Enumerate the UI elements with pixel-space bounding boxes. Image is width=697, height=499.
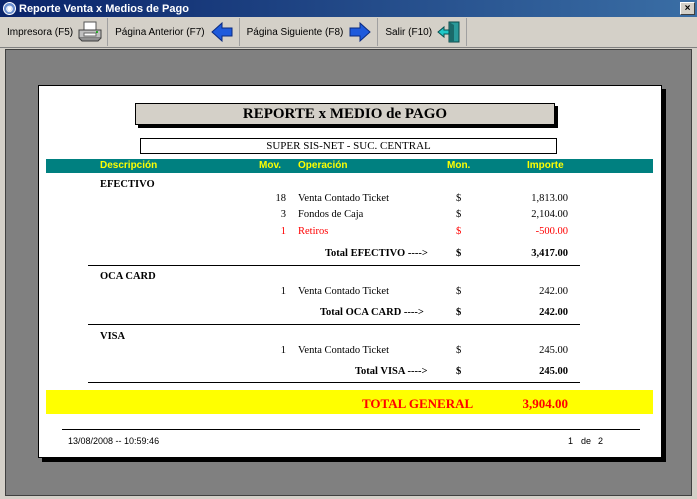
row-operacion: Venta Contado Ticket: [298, 345, 389, 356]
close-button[interactable]: ×: [680, 2, 695, 15]
company-name: SUPER SIS-NET - SUC. CENTRAL: [140, 138, 557, 154]
row-mov: 18: [275, 193, 287, 204]
group-total-value: 3,417.00: [531, 248, 568, 259]
footer-page-number: 1: [568, 436, 574, 446]
row-importe: 242.00: [539, 286, 568, 297]
previous-page-label: Página Anterior (F7): [115, 26, 205, 38]
group-name: VISA: [100, 331, 126, 342]
group-total-label: Total VISA ---->: [355, 366, 428, 377]
group-divider: [88, 324, 580, 325]
group-total-currency: $: [456, 307, 462, 318]
row-importe: 2,104.00: [531, 209, 568, 220]
printer-icon: [77, 20, 103, 44]
footer-datetime: 13/08/2008 -- 10:59:46: [68, 436, 160, 446]
footer-divider: [62, 429, 640, 430]
footer-page-count: 2: [598, 436, 604, 446]
window-title: Reporte Venta x Medios de Pago: [19, 2, 189, 15]
group-total-currency: $: [456, 366, 462, 377]
row-currency: $: [456, 193, 462, 204]
header-mon: Mon.: [447, 160, 471, 171]
row-importe: 245.00: [539, 345, 568, 356]
row-currency: $: [456, 286, 462, 297]
print-button[interactable]: Impresora (F5): [0, 18, 109, 46]
grand-total-value: 3,904.00: [522, 396, 569, 411]
group-total-label: Total EFECTIVO ---->: [325, 248, 428, 259]
header-importe: Importe: [527, 160, 564, 171]
group-name: OCA CARD: [100, 271, 156, 282]
exit-button[interactable]: Salir (F10): [378, 18, 468, 46]
row-currency: $: [456, 209, 462, 220]
row-operacion: Fondos de Caja: [298, 209, 364, 220]
header-mov: Mov.: [259, 160, 282, 171]
footer-page-of: de: [581, 436, 592, 446]
row-mov: 3: [280, 209, 286, 220]
header-descripcion: Descripción: [100, 160, 158, 171]
row-operacion: Venta Contado Ticket: [298, 193, 389, 204]
group-total-value: 242.00: [539, 307, 568, 318]
exit-button-label: Salir (F10): [385, 26, 433, 38]
group-total-label: Total OCA CARD ---->: [320, 307, 424, 318]
app-icon: ◉: [3, 2, 16, 15]
group-total-value: 245.00: [539, 366, 568, 377]
group-divider: [88, 382, 580, 383]
header-operacion: Operación: [298, 160, 348, 171]
window-titlebar: ◉ Reporte Venta x Medios de Pago ×: [0, 0, 697, 17]
row-importe: 1,813.00: [531, 193, 568, 204]
row-operacion: Retiros: [298, 226, 329, 237]
row-importe: -500.00: [535, 226, 568, 237]
row-mov: 1: [280, 345, 286, 356]
toolbar: Impresora (F5) Página Anterior (F7) Pági…: [0, 17, 697, 48]
row-currency: $: [456, 226, 462, 237]
row-currency: $: [456, 345, 462, 356]
arrow-left-icon: [209, 20, 235, 44]
grand-total-label: TOTAL GENERAL: [362, 396, 474, 411]
group-divider: [88, 265, 580, 266]
previous-page-button[interactable]: Página Anterior (F7): [108, 18, 240, 46]
group-total-currency: $: [456, 248, 462, 259]
print-button-label: Impresora (F5): [7, 26, 74, 38]
row-operacion: Venta Contado Ticket: [298, 286, 389, 297]
arrow-right-icon: [347, 20, 373, 44]
next-page-label: Página Siguiente (F8): [246, 26, 344, 38]
exit-door-icon: [436, 20, 462, 44]
group-name: EFECTIVO: [100, 179, 155, 190]
row-mov: 1: [280, 226, 286, 237]
report-title: REPORTE x MEDIO de PAGO: [135, 103, 555, 125]
row-mov: 1: [280, 286, 286, 297]
next-page-button[interactable]: Página Siguiente (F8): [240, 18, 379, 46]
